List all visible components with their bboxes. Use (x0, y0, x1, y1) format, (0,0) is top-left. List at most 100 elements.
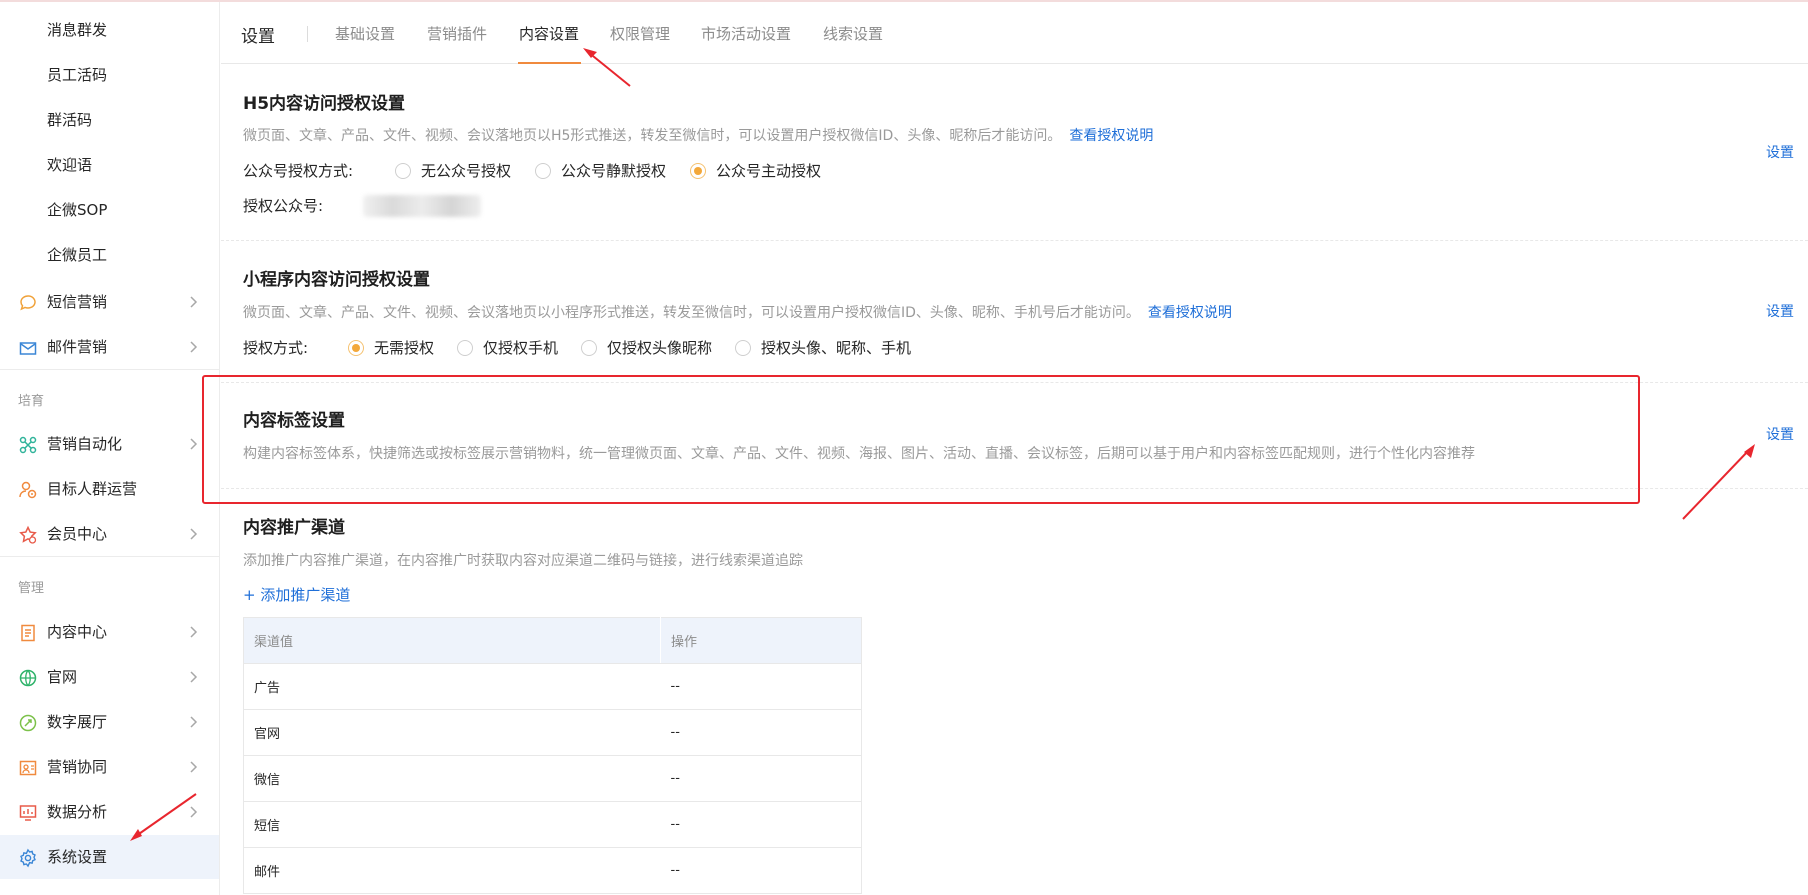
miniprogram-auth-title: 小程序内容访问授权设置 (243, 270, 430, 290)
h5-auth-desc-text: 微页面、文章、产品、文件、视频、会议落地页以H5形式推送，转发至微信时，可以设置… (243, 128, 1062, 144)
sidebar-section-cultivate: 培育 (18, 394, 45, 409)
tab-market-activity-settings[interactable]: 市场活动设置 (701, 23, 791, 44)
chevron-right-icon (190, 341, 198, 353)
tab-marketing-plugins[interactable]: 营销插件 (427, 23, 487, 44)
collaboration-icon (19, 760, 37, 776)
add-channel-button[interactable]: + 添加推广渠道 (243, 584, 350, 605)
sidebar-item-label: 营销协同 (47, 758, 108, 776)
radio-label: 仅授权手机 (483, 339, 559, 357)
channels-table: 渠道值 操作 广告 -- 官网 -- 微信 -- 短信 -- 邮件 -- (243, 617, 862, 894)
section-divider (221, 488, 1808, 489)
chart-icon (19, 805, 37, 821)
sidebar-item-email[interactable]: 邮件营销 (0, 325, 219, 369)
miniprogram-auth-method-label: 授权方式: (243, 339, 309, 357)
sidebar-item-digital-hall[interactable]: 数字展厅 (0, 700, 219, 744)
radio-phone-only[interactable]: 仅授权手机 (457, 337, 558, 358)
channel-action: -- (660, 801, 862, 848)
page-title: 设置 (241, 27, 275, 47)
sidebar-item-automation[interactable]: 营销自动化 (0, 422, 219, 466)
active-tab-indicator (518, 62, 581, 64)
table-row: 广告 -- (243, 663, 862, 710)
radio-label: 公众号主动授权 (716, 162, 822, 180)
radio-circle (535, 162, 551, 179)
sidebar-item-label: 短信营销 (47, 293, 108, 311)
sidebar-section-manage: 管理 (18, 581, 45, 596)
channel-name: 邮件 (243, 847, 661, 894)
tab-basic-settings[interactable]: 基础设置 (335, 23, 395, 44)
radio-circle (735, 339, 751, 356)
chevron-right-icon (190, 626, 198, 638)
content-tags-settings-link[interactable]: 设置 (1766, 424, 1794, 444)
promotion-channels-title: 内容推广渠道 (243, 518, 345, 538)
mail-icon (19, 342, 37, 355)
sidebar-item-label: 邮件营销 (47, 338, 108, 356)
h5-auth-method-label: 公众号授权方式: (243, 162, 354, 180)
channel-name: 官网 (243, 709, 661, 756)
gear-icon (20, 848, 36, 868)
member-star-icon (19, 525, 37, 544)
sidebar-item-label: 数字展厅 (47, 713, 108, 731)
radio-no-auth[interactable]: 无需授权 (348, 337, 434, 358)
radio-avatar-nickname-only[interactable]: 仅授权头像昵称 (581, 337, 712, 358)
radio-label: 授权头像、昵称、手机 (761, 339, 912, 357)
sidebar-item-data-analysis[interactable]: 数据分析 (0, 790, 219, 834)
column-header-channel: 渠道值 (243, 617, 661, 664)
tab-lead-settings[interactable]: 线索设置 (823, 23, 883, 44)
sidebar-item-content-center[interactable]: 内容中心 (0, 610, 219, 654)
channel-name: 短信 (243, 801, 661, 848)
sidebar-subitem-sop[interactable]: 企微SOP (47, 200, 107, 220)
sidebar-item-collaboration[interactable]: 营销协同 (0, 745, 219, 789)
channel-action: -- (660, 847, 862, 894)
chevron-right-icon (190, 296, 198, 308)
h5-auth-title: H5内容访问授权设置 (243, 94, 406, 114)
sidebar-subitem-group-qrcode[interactable]: 群活码 (47, 110, 92, 130)
miniprogram-auth-help-link[interactable]: 查看授权说明 (1148, 305, 1232, 321)
promotion-channels-description: 添加推广内容推广渠道，在内容推广时获取内容对应渠道二维码与链接，进行线索渠道追踪 (243, 553, 803, 569)
sidebar-item-member-center[interactable]: 会员中心 (0, 512, 219, 556)
channel-name: 广告 (243, 663, 661, 710)
highlight-box-annotation (202, 375, 1640, 504)
radio-label: 无需授权 (374, 339, 435, 357)
radio-avatar-nickname-phone[interactable]: 授权头像、昵称、手机 (735, 337, 911, 358)
sidebar-item-target-audience[interactable]: 目标人群运营 (0, 467, 219, 511)
chevron-right-icon (190, 528, 198, 540)
sidebar-item-sms[interactable]: 短信营销 (0, 280, 219, 324)
sidebar-item-label: 目标人群运营 (47, 480, 138, 498)
sidebar-item-label: 系统设置 (47, 848, 108, 866)
radio-silent-auth[interactable]: 公众号静默授权 (535, 160, 666, 181)
redacted-account-name (363, 195, 481, 217)
h5-account-label: 授权公众号: (243, 197, 324, 215)
tab-permission-management[interactable]: 权限管理 (610, 23, 670, 44)
sidebar-item-label: 数据分析 (47, 803, 108, 821)
radio-no-official-account[interactable]: 无公众号授权 (395, 160, 511, 181)
sidebar-item-system-settings[interactable]: 系统设置 (0, 835, 219, 879)
sidebar-divider (0, 369, 219, 370)
radio-circle-selected (348, 339, 364, 356)
column-header-action: 操作 (660, 617, 862, 664)
settings-tab-bar: 设置 基础设置 营销插件 内容设置 权限管理 市场活动设置 线索设置 (221, 2, 1808, 64)
radio-label: 公众号静默授权 (561, 162, 667, 180)
h5-settings-link[interactable]: 设置 (1766, 142, 1794, 162)
h5-auth-help-link[interactable]: 查看授权说明 (1069, 128, 1153, 144)
radio-circle (457, 339, 473, 356)
sidebar-item-label: 官网 (47, 668, 78, 686)
miniprogram-settings-link[interactable]: 设置 (1766, 301, 1794, 321)
tab-divider (307, 26, 308, 42)
radio-circle (395, 162, 411, 179)
sidebar-subitem-broadcast[interactable]: 消息群发 (47, 20, 107, 40)
chat-bubble-icon (20, 295, 36, 311)
sidebar-item-website[interactable]: 官网 (0, 655, 219, 699)
sidebar-subitem-welcome[interactable]: 欢迎语 (47, 155, 92, 175)
radio-label: 无公众号授权 (421, 162, 512, 180)
sidebar-item-label: 营销自动化 (47, 435, 123, 453)
miniprogram-auth-desc-text: 微页面、文章、产品、文件、视频、会议落地页以小程序形式推送，转发至微信时，可以设… (243, 305, 1140, 321)
h5-auth-description: 微页面、文章、产品、文件、视频、会议落地页以H5形式推送，转发至微信时，可以设置… (243, 125, 1153, 145)
radio-active-auth[interactable]: 公众号主动授权 (690, 160, 821, 181)
channel-action: -- (660, 663, 862, 710)
sidebar-subitem-wecom-staff[interactable]: 企微员工 (47, 245, 107, 265)
channel-action: -- (660, 755, 862, 802)
document-icon (21, 624, 35, 642)
miniprogram-auth-description: 微页面、文章、产品、文件、视频、会议落地页以小程序形式推送，转发至微信时，可以设… (243, 302, 1232, 322)
tab-content-settings[interactable]: 内容设置 (519, 23, 579, 44)
sidebar-subitem-staff-qrcode[interactable]: 员工活码 (47, 65, 107, 85)
